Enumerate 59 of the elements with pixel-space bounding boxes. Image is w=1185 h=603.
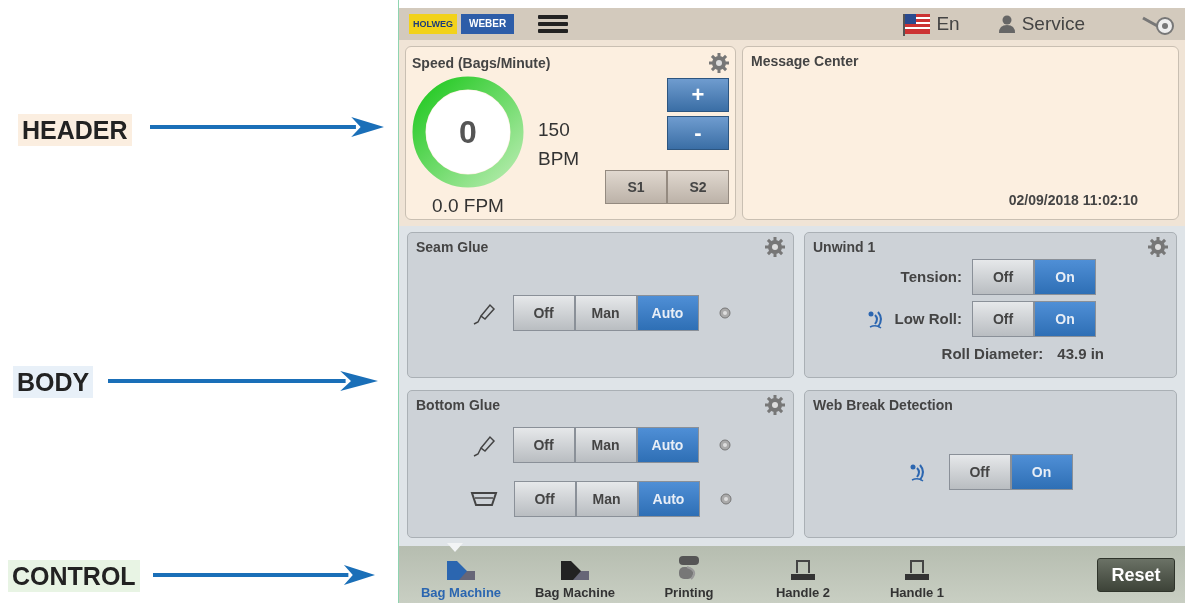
settings-icon[interactable] [765,395,785,415]
field-label: Tension: [900,266,962,287]
flag-icon[interactable] [902,12,933,36]
user-label[interactable]: Service [1021,9,1085,39]
panel-title: Web Break Detection [813,396,953,415]
menu-icon[interactable] [538,13,569,35]
section-label: BODY [13,366,94,398]
toggle-option[interactable]: Off [948,454,1011,490]
preset-button[interactable]: S1 [605,170,667,204]
increase-button[interactable]: + [667,78,729,112]
language-label[interactable]: En [936,9,960,39]
logo-text: WEBER [461,14,515,34]
field-label: Roll Diameter: [941,344,1044,364]
logo-text: HOLWEG [409,14,457,34]
nav-tab[interactable]: Handle 1 [865,558,969,602]
decrease-button[interactable]: - [667,116,729,150]
user-icon[interactable] [997,15,1016,33]
toggle-option[interactable]: Man [574,427,637,463]
section-label: HEADER [18,114,132,146]
toggle-option[interactable]: Auto [636,427,699,463]
panel-title: Seam Glue [416,238,489,257]
fpm-reading: 0.0 FPM [432,194,504,218]
settings-icon[interactable] [1148,237,1168,257]
nav-tab[interactable]: Handle 2 [751,558,855,602]
indicator-icon [718,439,731,451]
toggle-option[interactable]: Auto [636,295,699,331]
field-label: Low Roll: [894,308,962,329]
field-value: 43.9 in [1057,344,1104,364]
toggle-option[interactable]: On [1034,259,1096,295]
nav-tab[interactable]: Bag Machine [523,558,627,602]
toggle-option[interactable]: On [1010,454,1073,490]
toggle-option[interactable]: Off [512,427,575,463]
toggle-option[interactable]: Off [972,259,1034,295]
panel-title: Speed (Bags/Minute) [412,54,551,73]
panel-title: Bottom Glue [416,396,500,415]
bpm-reading: 150 BPM [538,118,581,171]
section-label: CONTROL [8,560,140,592]
panel-title: Unwind 1 [813,238,876,257]
timestamp: 02/09/2018 11:02:10 [1008,191,1138,210]
toggle-option[interactable]: Man [574,295,637,331]
settings-icon[interactable] [765,237,785,257]
tab-pointer [447,542,463,552]
preset-button[interactable]: S2 [667,170,729,204]
nav-tab[interactable]: Printing [637,554,741,602]
indicator-icon [719,493,732,505]
toggle-option[interactable]: Off [972,301,1034,337]
toggle-option[interactable]: Man [575,481,638,517]
toggle-option[interactable]: On [1034,301,1096,337]
settings-icon[interactable] [709,53,729,73]
toggle-option[interactable]: Auto [637,481,700,517]
tray-icon [469,490,498,508]
speed-value: 0 [459,113,477,152]
bag-machine-icon[interactable] [559,558,591,581]
indicator-icon [718,307,731,319]
reset-button[interactable]: Reset [1097,558,1175,592]
toggle-option[interactable]: Off [513,481,576,517]
nav-tab[interactable]: Bag Machine [409,558,513,602]
panel-title: Message Center [751,52,860,71]
toggle-option[interactable]: Off [512,295,575,331]
